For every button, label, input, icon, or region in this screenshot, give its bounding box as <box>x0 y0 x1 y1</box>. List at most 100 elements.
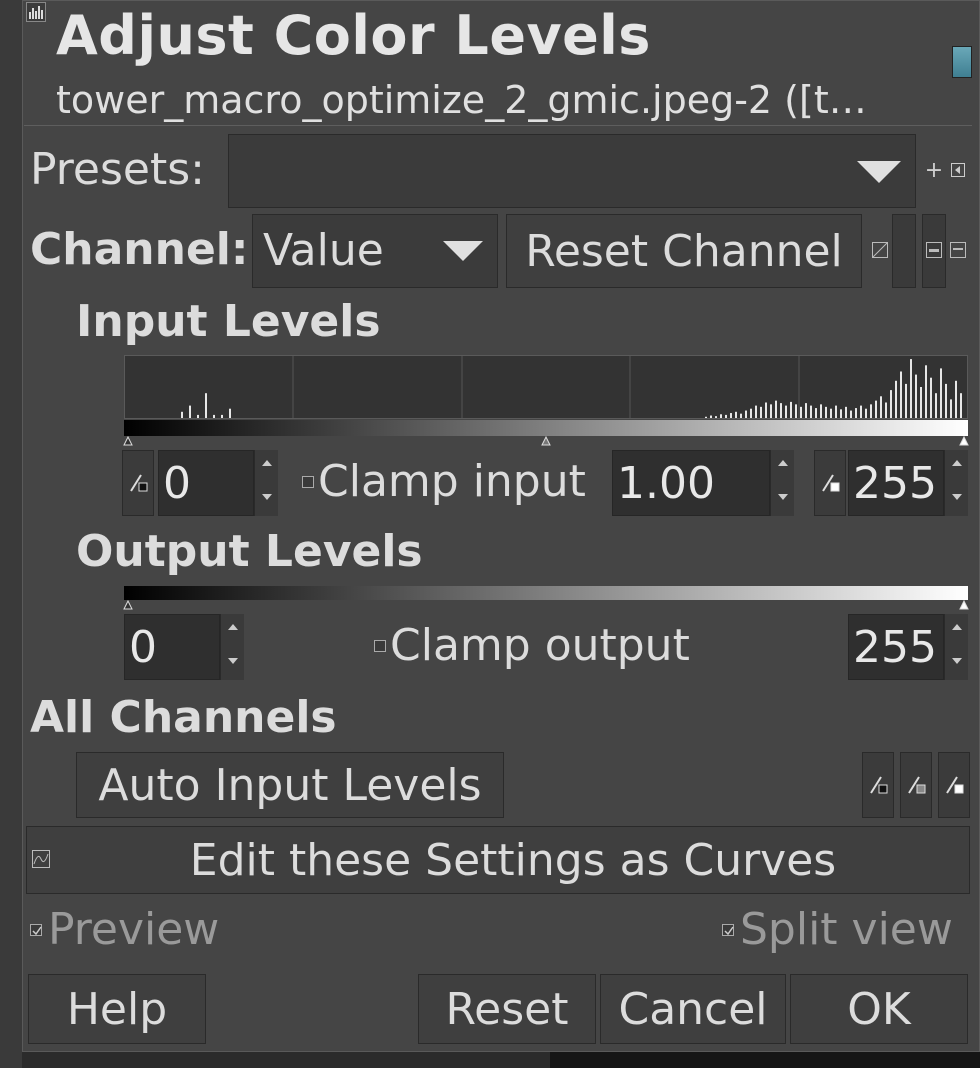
ok-button[interactable]: OK <box>790 974 968 1044</box>
output-high-field[interactable]: 255 <box>848 614 944 680</box>
histogram-bar <box>830 408 832 418</box>
reset-button[interactable]: Reset <box>418 974 596 1044</box>
histogram-bar <box>213 414 215 418</box>
histogram-bars-icon[interactable] <box>948 240 968 260</box>
input-low-stepper[interactable] <box>254 450 278 516</box>
clamp-input-checkbox[interactable] <box>302 476 314 488</box>
pick-white-all-button[interactable] <box>938 752 970 818</box>
histogram-bar <box>720 414 722 418</box>
histogram-bar <box>890 390 892 418</box>
histogram-bar <box>181 411 183 418</box>
histogram-bar <box>715 416 717 418</box>
histogram-bar <box>760 406 762 418</box>
input-levels-heading: Input Levels <box>76 296 381 347</box>
split-view-label: Split view <box>740 904 953 955</box>
eyedropper-black-icon <box>130 474 148 492</box>
image-thumbnail <box>952 46 972 78</box>
histogram-bar <box>850 410 852 418</box>
presets-combo[interactable] <box>228 134 916 208</box>
split-view-checkbox[interactable] <box>722 924 734 936</box>
clamp-input-label: Clamp input <box>318 456 586 507</box>
histogram-bar <box>810 405 812 418</box>
histogram-bar <box>205 393 207 418</box>
input-high-stepper[interactable] <box>944 450 968 516</box>
channel-label: Channel: <box>30 224 249 275</box>
header-separator <box>24 125 972 126</box>
input-histogram <box>124 355 968 419</box>
histogram-bar <box>825 406 827 418</box>
histogram-bar <box>755 405 757 418</box>
presets-label: Presets: <box>30 144 205 195</box>
pick-black-point-button[interactable] <box>122 450 154 516</box>
edit-as-curves-button[interactable]: Edit these Settings as Curves <box>26 826 970 894</box>
histogram-bar <box>870 404 872 418</box>
histogram-bar <box>940 368 942 418</box>
input-high-field[interactable]: 255 <box>848 450 944 516</box>
output-low-stepper[interactable] <box>220 614 244 680</box>
histogram-bar <box>745 410 747 418</box>
preview-label: Preview <box>48 904 220 955</box>
histogram-bar <box>910 359 912 418</box>
histogram-bar <box>730 413 732 418</box>
input-gamma-stepper[interactable] <box>770 450 794 516</box>
histogram-bar <box>750 408 752 418</box>
histogram-bar <box>785 405 787 418</box>
histogram-bar <box>197 414 199 418</box>
histogram-bar <box>865 408 867 418</box>
histogram-bar <box>820 404 822 418</box>
histogram-bar <box>775 400 777 418</box>
chevron-down-icon <box>857 161 901 183</box>
eyedropper-black-icon <box>870 776 888 794</box>
histogram-bar <box>780 403 782 418</box>
reset-channel-button[interactable]: Reset Channel <box>506 214 862 288</box>
histogram-bar <box>955 380 957 418</box>
add-preset-icon[interactable]: + <box>924 158 944 183</box>
histogram-bar <box>885 402 887 418</box>
linear-histogram-icon[interactable] <box>870 240 890 260</box>
dialog-subtitle: tower_macro_optimize_2_gmic.jpeg-2 ([t… <box>56 78 867 122</box>
histogram-bar <box>800 406 802 418</box>
histogram-bar <box>795 404 797 418</box>
curves-icon <box>32 850 50 868</box>
histogram-bar <box>840 409 842 418</box>
channel-combo[interactable]: Value <box>252 214 498 288</box>
histogram-bar <box>835 405 837 418</box>
clamp-output-checkbox[interactable] <box>374 640 386 652</box>
histogram-scale-toggle[interactable] <box>892 214 916 288</box>
histogram-bar <box>740 413 742 418</box>
output-levels-heading: Output Levels <box>76 526 423 577</box>
pick-black-all-button[interactable] <box>862 752 894 818</box>
help-button[interactable]: Help <box>28 974 206 1044</box>
cancel-button[interactable]: Cancel <box>600 974 786 1044</box>
background-left <box>0 0 22 1068</box>
preset-menu-icon[interactable] <box>948 160 968 180</box>
pick-gray-point-button[interactable] <box>814 450 846 516</box>
eyedropper-white-icon <box>822 474 840 492</box>
histogram-bar <box>845 406 847 418</box>
histogram-bar <box>880 396 882 418</box>
histogram-bar <box>770 404 772 418</box>
histogram-bar <box>960 393 962 418</box>
input-slider-handles[interactable] <box>122 434 970 446</box>
histogram-bar <box>790 401 792 418</box>
histogram-bar <box>705 416 707 418</box>
output-slider-handles[interactable] <box>122 598 970 610</box>
channel-value: Value <box>263 225 384 276</box>
histogram-graph <box>181 356 962 418</box>
input-low-field[interactable]: 0 <box>158 450 254 516</box>
histogram-layout-icon <box>924 240 944 260</box>
histogram-bar <box>860 405 862 418</box>
preview-checkbox[interactable] <box>30 924 42 936</box>
histogram-bar <box>725 414 727 418</box>
input-gamma-field[interactable]: 1.00 <box>612 450 770 516</box>
histogram-bar <box>925 365 927 418</box>
histogram-bar <box>950 399 952 418</box>
histogram-bar <box>710 415 712 418</box>
histogram-bar <box>930 377 932 418</box>
pick-gray-all-button[interactable] <box>900 752 932 818</box>
output-high-stepper[interactable] <box>944 614 968 680</box>
auto-input-levels-button[interactable]: Auto Input Levels <box>76 752 504 818</box>
output-low-field[interactable]: 0 <box>124 614 220 680</box>
eyedropper-gray-icon <box>908 776 926 794</box>
histogram-bar <box>900 371 902 418</box>
